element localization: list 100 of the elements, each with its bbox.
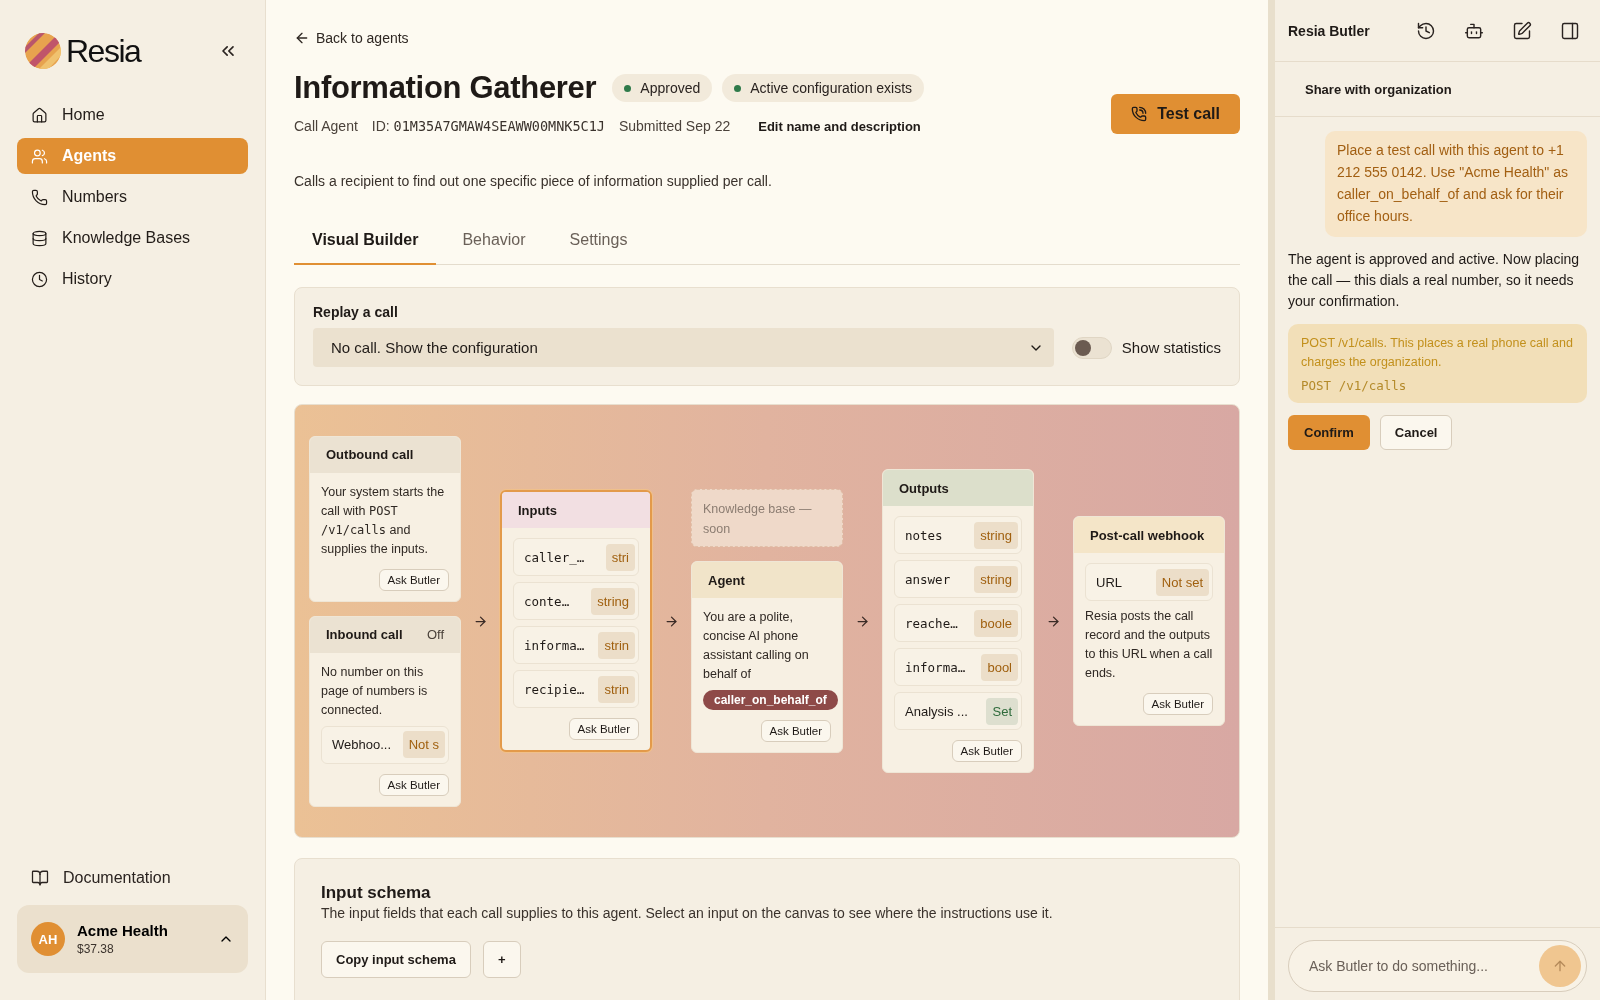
- edit-link[interactable]: Edit name and description: [758, 118, 921, 134]
- copy-schema-button[interactable]: Copy input schema: [321, 941, 471, 978]
- node-description: Your system starts the call with POST /v1/calls and supplies the inputs.: [321, 483, 446, 558]
- field-row[interactable]: recipie… strin: [513, 670, 639, 708]
- nav-item[interactable]: Home: [17, 97, 248, 133]
- phone-icon: [1131, 106, 1148, 122]
- user-message: Place a test call with this agent to +1 212 555 0142. Use "Acme Health" as caller_on_behalf_of and ask for their office hours.: [1325, 131, 1587, 237]
- page-title: Information Gatherer: [294, 70, 597, 106]
- assistant-message: The agent is approved and active. Now placing the call — this dials a real number, so it needs your confirmation.: [1288, 250, 1581, 311]
- field-row[interactable]: informa… strin: [513, 626, 639, 664]
- node-title: Outputs: [899, 480, 949, 496]
- nav-icon: [31, 188, 48, 206]
- field-row[interactable]: caller_… stri: [513, 538, 639, 576]
- documentation-link[interactable]: Documentation: [17, 869, 248, 887]
- avatar: AH: [31, 922, 65, 956]
- tab[interactable]: Visual Builder: [294, 231, 437, 265]
- ask-butler-button[interactable]: Ask Butler: [1142, 693, 1213, 715]
- node-description: You are a polite, concise AI phone assistant calling on behalf of: [703, 609, 810, 683]
- chat-input[interactable]: Ask Butler to do something...: [1307, 957, 1539, 975]
- account-balance: $37.38: [77, 942, 115, 956]
- type-tag: boole: [974, 609, 1018, 637]
- section-title: Input schema: [321, 883, 432, 903]
- confirm-button[interactable]: Confirm: [1288, 415, 1370, 450]
- tab[interactable]: Behavior: [444, 231, 544, 265]
- nav-icon: [31, 106, 48, 124]
- node-title: Agent: [708, 572, 745, 588]
- canvas-node[interactable]: Outputs notes string answer string reache… boole informa… bool Analysis ... Set Ask Butler: [882, 469, 1034, 773]
- type-tag: Set: [986, 697, 1018, 725]
- field-row[interactable]: Analysis ... Set: [894, 692, 1022, 730]
- replay-label: Replay a call: [313, 304, 399, 320]
- type-tag: string: [974, 565, 1018, 593]
- type-tag: Not s: [402, 731, 445, 758]
- id-label: ID: 01M35A7GMAW4SEAWW00MNK5C1J: [371, 118, 605, 134]
- node-title: Outbound call: [326, 447, 414, 462]
- field-row[interactable]: URL Not set: [1085, 563, 1213, 601]
- type-tag: stri: [605, 543, 635, 571]
- logo-icon: [24, 32, 62, 70]
- field-row[interactable]: informa… bool: [894, 648, 1022, 686]
- arrow-right-icon: [664, 613, 679, 629]
- field-name: Webhoo...: [332, 737, 392, 752]
- call-select[interactable]: No call. Show the configuration: [313, 328, 1054, 367]
- back-arrow-icon: [294, 30, 310, 46]
- statistics-toggle[interactable]: [1071, 336, 1112, 359]
- field-name: informa…: [524, 637, 585, 653]
- status-badge: Approved: [612, 74, 713, 102]
- field-row[interactable]: answer string: [894, 560, 1022, 598]
- test-call-button[interactable]: Test call: [1111, 94, 1240, 134]
- account-switcher[interactable]: AH Acme Health $37.38: [17, 905, 248, 973]
- type-tag: string: [974, 521, 1018, 549]
- agent-description: Calls a recipient to find out one specific piece of information supplied per call.: [294, 173, 773, 189]
- node-description: No number on this page of numbers is connected.: [321, 663, 429, 719]
- field-row[interactable]: Webhoo... Not s: [321, 725, 449, 764]
- book-icon: [31, 869, 49, 887]
- agent-type: Call Agent: [294, 118, 358, 134]
- canvas-node[interactable]: Inbound call Off No number on this page of numbers is connected. Webhoo... Not s Ask Butler: [309, 615, 461, 807]
- submitted-date: Submitted Sep 22: [618, 118, 731, 134]
- field-name: notes: [905, 527, 943, 543]
- field-row[interactable]: conte… string: [513, 582, 639, 620]
- node-title: Inputs: [518, 502, 557, 518]
- field-row[interactable]: reache… boole: [894, 604, 1022, 642]
- node-title: Inbound call: [326, 627, 403, 642]
- chat-input-field[interactable]: Ask Butler to do something...: [1288, 940, 1587, 992]
- notice-code: POST /v1/calls: [1301, 378, 1408, 393]
- canvas-node[interactable]: Agent You are a polite, concise AI phone assistant calling on behalf of caller_on_behalf_of Ask Butler: [691, 561, 843, 753]
- arrow-right-icon: [855, 613, 870, 629]
- cancel-button[interactable]: Cancel: [1379, 415, 1453, 450]
- node-description: Resia posts the call record and the outputs to this URL when a call ends.: [1085, 608, 1213, 682]
- field-name: URL: [1096, 574, 1122, 590]
- share-button[interactable]: Share with organization: [1305, 81, 1452, 97]
- status-badge: Active configuration exists: [722, 74, 925, 102]
- field-name: conte…: [524, 593, 570, 609]
- field-name: reache…: [905, 615, 958, 631]
- canvas-node[interactable]: Post-call webhook URL Not set Resia posts the call record and the outputs to this URL when a call ends. Ask Butler: [1073, 516, 1225, 726]
- nav-item[interactable]: Numbers: [17, 179, 248, 215]
- back-link[interactable]: Back to agents: [294, 30, 409, 46]
- variable-token[interactable]: caller_on_behalf_of: [703, 690, 838, 710]
- field-name: informa…: [905, 659, 966, 675]
- type-tag: strin: [598, 631, 635, 659]
- field-name: recipie…: [524, 681, 585, 697]
- ask-butler-button[interactable]: Ask Butler: [760, 720, 831, 742]
- canvas-node[interactable]: Outbound call Your system starts the call with POST /v1/calls and supplies the inputs. Ask Butler: [309, 435, 461, 602]
- ask-butler-button[interactable]: Ask Butler: [378, 568, 449, 591]
- nav-item[interactable]: Knowledge Bases: [17, 220, 248, 256]
- section-description: The input fields that each call supplies to this agent. Select an input on the canvas to see where the instructions use it.: [321, 905, 1054, 921]
- nav-item[interactable]: History: [17, 261, 248, 297]
- node-title: Post-call webhook: [1090, 527, 1205, 543]
- nav-icon: [31, 147, 48, 165]
- ask-butler-button[interactable]: Ask Butler: [568, 718, 639, 740]
- tab[interactable]: Settings: [551, 231, 646, 265]
- coming-soon-node: Knowledge base — soon: [691, 489, 843, 547]
- canvas-node[interactable]: Inputs caller_… stri conte… string informa… strin recipie… strin Ask Butler: [500, 490, 652, 752]
- type-tag: bool: [981, 653, 1018, 681]
- field-row[interactable]: notes string: [894, 516, 1022, 554]
- ask-butler-button[interactable]: Ask Butler: [378, 773, 449, 796]
- notice-text: POST /v1/calls. This places a real phone call and charges the organization.: [1301, 335, 1574, 371]
- arrow-right-icon: [1046, 613, 1061, 629]
- ask-butler-button[interactable]: Ask Butler: [951, 740, 1022, 762]
- add-button[interactable]: +: [482, 941, 521, 978]
- nav-icon: [31, 270, 48, 288]
- panel-title: Resia Butler: [1288, 22, 1370, 39]
